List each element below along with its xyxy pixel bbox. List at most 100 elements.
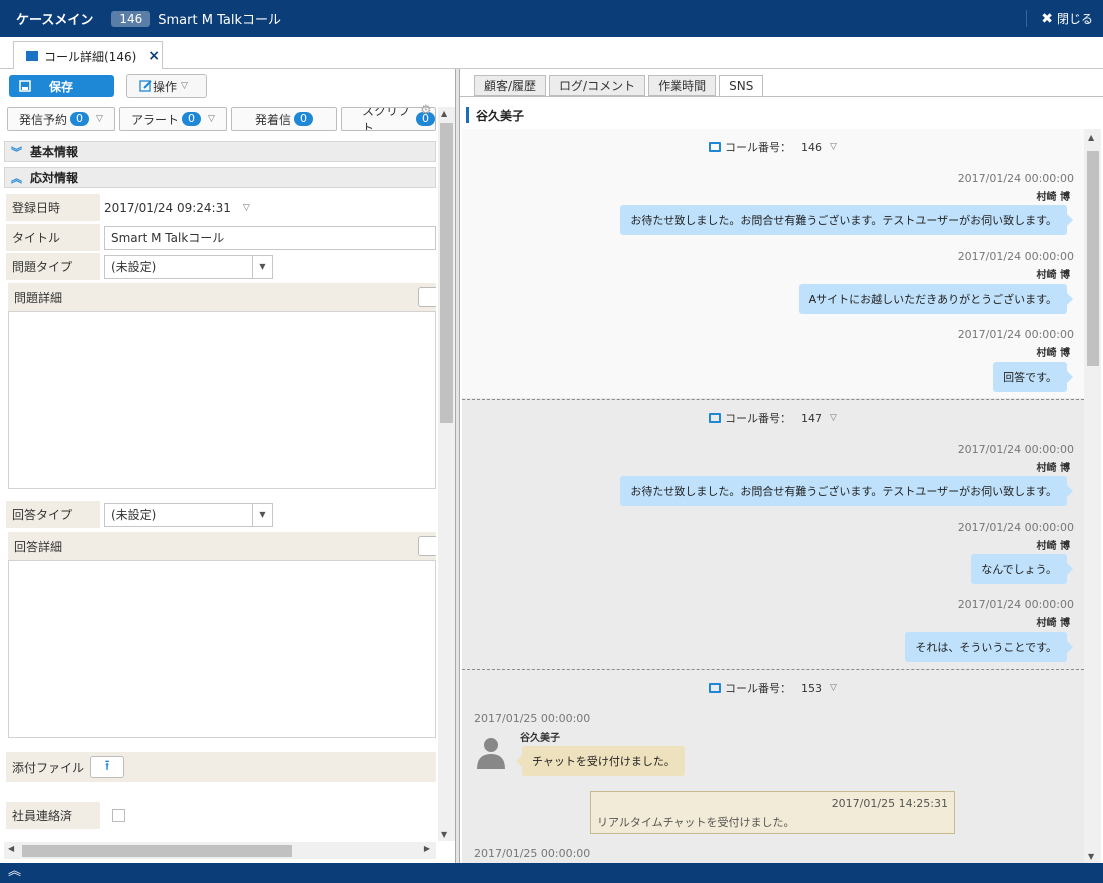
call-icon — [709, 683, 722, 693]
operation-button[interactable]: 操作 ▽ — [126, 74, 207, 98]
tab-sns[interactable]: SNS — [719, 75, 764, 97]
scroll-up-icon[interactable]: ▲ — [441, 109, 447, 118]
dropdown-arrow-icon: ▼ — [252, 255, 272, 278]
answer-type-wrap: (未設定) ▼ — [100, 501, 436, 528]
chevron-down-icon: ▽ — [830, 683, 837, 693]
incoming-outgoing-button[interactable]: 発着信 0 — [231, 107, 337, 131]
staff-contacted-checkbox[interactable] — [112, 809, 125, 822]
call-icon — [709, 142, 722, 152]
save-label: 保存 — [49, 79, 74, 94]
operation-label: 操作 — [153, 79, 178, 94]
staff-contacted-row: 社員連絡済 — [6, 802, 436, 829]
answer-type-value: (未設定) — [111, 508, 157, 522]
chat-vertical-scrollbar[interactable]: ▲ ▼ — [1084, 129, 1101, 863]
answer-type-label: 回答タイプ — [6, 501, 100, 528]
save-button[interactable]: 保存 — [9, 75, 114, 97]
system-message-time: 2017/01/25 14:25:31 — [831, 797, 948, 810]
problem-type-select[interactable]: (未設定) ▼ — [104, 254, 273, 279]
gear-icon[interactable]: ⚙ — [420, 103, 432, 118]
message-time: 2017/01/24 00:00:00 — [957, 172, 1074, 185]
customer-name: 谷久美子 — [466, 107, 524, 123]
attachment-row: 添付ファイル ⭱ — [6, 752, 436, 782]
scheduled-call-button[interactable]: 発信予約 0 ▽ — [7, 107, 115, 131]
message-time: 2017/01/25 00:00:00 — [474, 712, 591, 725]
message-author: 村崎 博 — [1036, 618, 1070, 629]
registered-row: 登録日時 2017/01/24 09:24:31 ▽ — [6, 194, 436, 221]
answer-detail-textarea[interactable] — [8, 560, 436, 738]
left-pane: 保存 操作 ▽ 発信予約 0 ▽ アラート 0 ▽ 発着信 0 スクリプト 0 … — [0, 69, 456, 863]
message-time: 2017/01/24 00:00:00 — [957, 250, 1074, 263]
left-horizontal-scrollbar[interactable]: ◀ ▶ — [4, 842, 436, 859]
agent-message: お待たせ致しました。お問合せ有難うございます。テストユーザーがお伺い致します。 — [620, 476, 1073, 506]
scroll-down-icon[interactable]: ▼ — [441, 830, 447, 839]
call-header[interactable]: コール番号： 146 ▽ — [462, 139, 1084, 155]
problem-detail-label: 問題詳細 — [14, 290, 63, 305]
agent-message: なんでしょう。 — [971, 554, 1073, 584]
system-message: 2017/01/25 14:25:31 リアルタイムチャットを受付けました。 — [590, 791, 955, 834]
window-titlebar: ケースメイン 146 Smart M Talkコール ✖ 閉じる — [0, 0, 1103, 37]
system-message-text: リアルタイムチャットを受付けました。 — [597, 816, 795, 829]
expand-button[interactable] — [418, 287, 436, 307]
close-label: 閉じる — [1056, 12, 1093, 26]
staff-contacted-wrap — [100, 802, 436, 829]
tab-call-detail-label: コール詳細(146) — [44, 49, 137, 64]
call-header[interactable]: コール番号： 147 ▽ — [462, 410, 1084, 426]
problem-type-value: (未設定) — [111, 260, 157, 274]
case-name: Smart M Talkコール — [158, 13, 281, 28]
scroll-thumb[interactable] — [440, 123, 453, 423]
tab-log-comment[interactable]: ログ/コメント — [549, 75, 646, 96]
script-label: スクリプト — [362, 107, 411, 131]
call-block: コール番号： 147 ▽ 2017/01/24 00:00:00 村崎 博 お待… — [462, 400, 1084, 668]
scroll-left-icon[interactable]: ◀ — [8, 844, 14, 853]
scroll-right-icon[interactable]: ▶ — [424, 844, 430, 853]
answer-detail-label: 回答詳細 — [14, 539, 63, 554]
document-icon — [26, 51, 38, 61]
chevron-double-up-icon[interactable]: ︽ — [8, 864, 21, 879]
message-time: 2017/01/24 00:00:00 — [957, 598, 1074, 611]
tab-work-time[interactable]: 作業時間 — [648, 75, 717, 96]
message-time: 2017/01/25 00:00:00 — [474, 847, 591, 860]
call-number: 146 — [801, 140, 823, 154]
scheduled-call-label: 発信予約 — [19, 112, 68, 127]
section-basic-info[interactable]: ︾ 基本情報 — [4, 141, 436, 162]
close-icon: ✖ — [1041, 10, 1053, 27]
message-author: 村崎 博 — [1036, 348, 1070, 359]
problem-detail-textarea[interactable] — [8, 311, 436, 489]
scroll-thumb[interactable] — [1087, 151, 1099, 366]
title-input[interactable]: Smart M Talkコール — [104, 225, 436, 250]
chevron-down-icon: ▽ — [96, 114, 103, 124]
scheduled-call-count: 0 — [70, 112, 90, 126]
tab-call-detail[interactable]: コール詳細(146) × — [13, 41, 163, 70]
close-button[interactable]: ✖ 閉じる — [1026, 10, 1093, 27]
section-response-info[interactable]: ︽ 応対情報 — [4, 167, 436, 188]
chevron-down-icon: ▽ — [830, 142, 837, 152]
tab-customer-history[interactable]: 顧客/履歴 — [474, 75, 547, 96]
left-vertical-scrollbar[interactable]: ▲ ▼ — [438, 107, 455, 841]
agent-message: それは、そういうことです。 — [905, 632, 1073, 662]
answer-type-select[interactable]: (未設定) ▼ — [104, 502, 273, 527]
registered-value: 2017/01/24 09:24:31 — [104, 200, 231, 215]
alert-label: アラート — [131, 112, 180, 127]
alert-button[interactable]: アラート 0 ▽ — [119, 107, 227, 131]
message-author: 村崎 博 — [1036, 192, 1070, 203]
customer-message: チャットを受け付けました。 — [516, 746, 685, 776]
upload-icon: ⭱ — [104, 758, 110, 774]
call-label: コール番号： — [725, 412, 792, 425]
answer-type-row: 回答タイプ (未設定) ▼ — [6, 501, 436, 528]
scroll-thumb[interactable] — [22, 845, 292, 857]
chevron-down-icon: ▽ — [181, 81, 188, 91]
chevron-down-icon[interactable]: ▽ — [243, 203, 250, 213]
attachment-label: 添付ファイル — [6, 752, 85, 782]
registered-label: 登録日時 — [6, 194, 100, 221]
scroll-up-icon[interactable]: ▲ — [1088, 133, 1094, 142]
right-tabs: 顧客/履歴 ログ/コメント 作業時間 SNS — [474, 75, 764, 97]
incoming-outgoing-count: 0 — [294, 112, 313, 126]
scroll-down-icon[interactable]: ▼ — [1088, 852, 1094, 861]
document-tabbar: コール詳細(146) × — [0, 37, 1103, 70]
upload-button[interactable]: ⭱ — [90, 756, 125, 778]
staff-contacted-label: 社員連絡済 — [6, 802, 100, 829]
expand-button[interactable] — [418, 536, 436, 556]
tab-close-icon[interactable]: × — [148, 48, 160, 64]
call-header[interactable]: コール番号： 153 ▽ — [462, 680, 1084, 696]
chevron-down-icon: ▽ — [830, 413, 837, 423]
